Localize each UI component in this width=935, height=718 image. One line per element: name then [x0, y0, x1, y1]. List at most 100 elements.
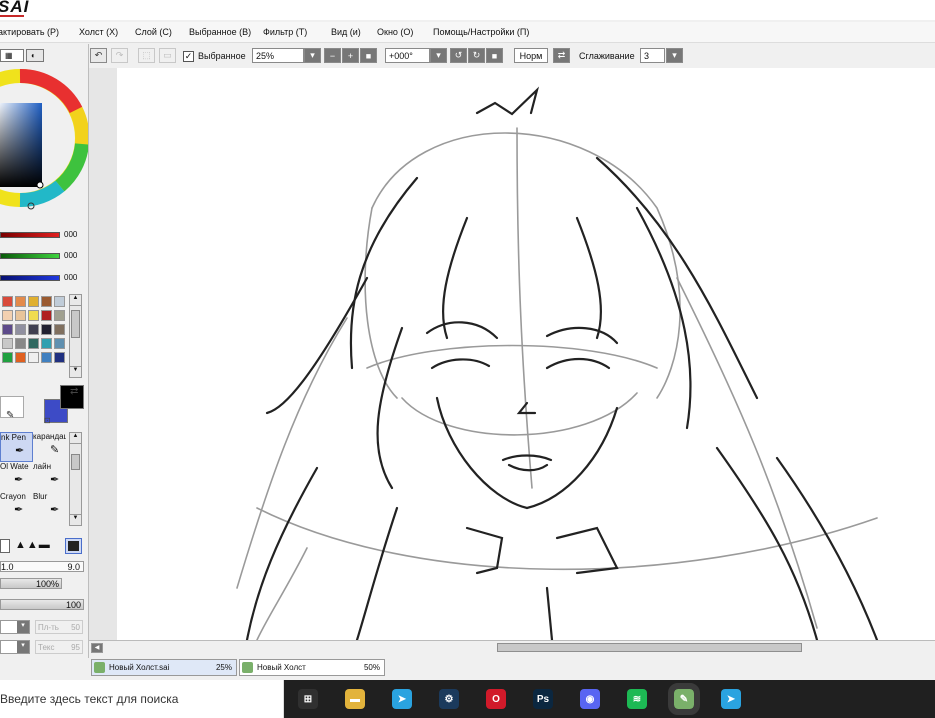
menu-help[interactable]: Помощь/Настройки (П) [433, 27, 529, 37]
color-swatch[interactable] [28, 296, 39, 307]
color-swatch[interactable] [41, 352, 52, 363]
swap-colors-icon[interactable]: ⇄ [70, 386, 78, 397]
blending-field[interactable]: Пл-ть 50 [35, 620, 83, 634]
brush-shapes[interactable]: ▲▲▬ [15, 539, 51, 551]
blending-dropdown[interactable]: ▾ [0, 620, 30, 634]
opera-icon[interactable]: O [486, 689, 506, 709]
menu-view[interactable]: Вид (и) [331, 27, 361, 37]
scratchpad-button[interactable]: ◐ [26, 49, 44, 62]
tools-scrollbar[interactable]: ▲ ▼ [69, 432, 82, 526]
menu-selection[interactable]: Выбранное (B) [189, 27, 251, 37]
invert-selection-button[interactable]: ▭ [159, 48, 176, 63]
task-view-icon[interactable]: ⊞ [298, 689, 318, 709]
reset-colors-icon[interactable]: ⊡ [44, 416, 51, 425]
color-swatch[interactable] [54, 310, 65, 321]
rotate-right-button[interactable]: ↻ [468, 48, 485, 63]
tab-document-2[interactable]: Новый Холст 50% [239, 659, 385, 676]
tool-blur[interactable]: Blur ✒ [33, 492, 66, 522]
steam-icon[interactable]: ⚙ [439, 689, 459, 709]
palette-scroll-thumb[interactable] [71, 310, 80, 338]
red-slider-bar[interactable] [0, 232, 60, 238]
canvas-area[interactable] [89, 68, 935, 640]
zoom-out-button[interactable]: − [324, 48, 341, 63]
zoom-dropdown-button[interactable]: ▾ [304, 48, 321, 63]
zoom-field[interactable]: 25% [252, 48, 304, 63]
color-swatch[interactable] [2, 296, 13, 307]
scroll-down-icon[interactable]: ▼ [70, 514, 81, 525]
scroll-down-icon[interactable]: ▼ [70, 366, 81, 377]
color-swatch[interactable] [28, 310, 39, 321]
zoom-in-button[interactable]: + [342, 48, 359, 63]
redo-button[interactable]: ↷ [111, 48, 128, 63]
selection-checkbox[interactable]: ✓ [183, 51, 194, 62]
menu-edit[interactable]: актировать (P) [0, 27, 59, 37]
explorer-icon[interactable]: ▬ [345, 689, 365, 709]
tool-oil-water[interactable]: Ol Wate ✒ [0, 462, 33, 492]
color-swatch[interactable] [28, 352, 39, 363]
brush-shape-square[interactable] [0, 539, 10, 553]
rotation-field[interactable]: +000° [385, 48, 430, 63]
horizontal-scrollbar[interactable]: ◀ [89, 640, 935, 655]
deselect-button[interactable]: ⬚ [138, 48, 155, 63]
texture-field[interactable]: Текс 95 [35, 640, 83, 654]
telegram-desktop-icon[interactable]: ➤ [721, 689, 741, 709]
scroll-up-icon[interactable]: ▲ [70, 433, 81, 444]
smoothing-field[interactable]: 3 [640, 48, 665, 63]
color-swatch[interactable] [41, 296, 52, 307]
menu-window[interactable]: Окно (O) [377, 27, 413, 37]
horizontal-scroll-thumb[interactable] [497, 643, 802, 652]
tool-line[interactable]: лайн ✒ [33, 462, 66, 492]
color-swatch[interactable] [15, 310, 26, 321]
density-field[interactable]: 100 [0, 599, 84, 610]
color-swatch[interactable] [15, 352, 26, 363]
color-swatch[interactable] [15, 338, 26, 349]
palette-scrollbar[interactable]: ▲ ▼ [69, 294, 82, 378]
blue-slider-bar[interactable] [0, 275, 60, 281]
color-swatch[interactable] [28, 338, 39, 349]
menu-layer[interactable]: Слой (C) [135, 27, 172, 37]
scroll-left-button[interactable]: ◀ [91, 643, 103, 653]
color-swatch[interactable] [28, 324, 39, 335]
brush-shape-selected[interactable] [65, 538, 82, 554]
palette-view-button[interactable]: ▦ [0, 49, 24, 62]
texture-dropdown[interactable]: ▾ [0, 640, 30, 654]
blend-mode-button[interactable]: Норм [514, 48, 548, 63]
menu-filter[interactable]: Фильтр (T) [263, 27, 307, 37]
spotify-icon[interactable]: ≋ [627, 689, 647, 709]
taskbar-search[interactable]: Введите здесь текст для поиска [0, 680, 284, 718]
color-swatch[interactable] [54, 324, 65, 335]
undo-button[interactable]: ↶ [90, 48, 107, 63]
brush-size-field[interactable]: 1.0 9.0 [0, 561, 84, 572]
tab-document-1[interactable]: Новый Холст.sai 25% [91, 659, 237, 676]
discord-icon[interactable]: ◉ [580, 689, 600, 709]
tool-ink-pen[interactable]: nk Pen ✒ [0, 432, 33, 462]
tools-scroll-thumb[interactable] [71, 454, 80, 470]
zoom-reset-button[interactable]: ■ [360, 48, 377, 63]
tool-crayon[interactable]: Crayon ✒ [0, 492, 33, 522]
min-density-field[interactable]: 100% [0, 578, 62, 589]
color-swatch[interactable] [2, 338, 13, 349]
color-wheel[interactable] [0, 64, 88, 250]
color-swatch[interactable] [41, 324, 52, 335]
smoothing-dropdown-button[interactable]: ▾ [666, 48, 683, 63]
eyedropper-icon[interactable]: ✎ [6, 410, 14, 421]
color-swatch[interactable] [41, 310, 52, 321]
drawing-canvas[interactable] [117, 68, 935, 640]
menu-canvas[interactable]: Холст (X) [79, 27, 118, 37]
color-swatch[interactable] [2, 310, 13, 321]
color-swatch[interactable] [54, 352, 65, 363]
flip-button[interactable]: ⇄ [553, 48, 570, 63]
photoshop-icon[interactable]: Ps [533, 689, 553, 709]
tool-pencil[interactable]: карандаш ✎ [33, 432, 66, 462]
rotation-reset-button[interactable]: ■ [486, 48, 503, 63]
rotate-left-button[interactable]: ↺ [450, 48, 467, 63]
rotation-dropdown-button[interactable]: ▾ [430, 48, 447, 63]
scroll-up-icon[interactable]: ▲ [70, 295, 81, 306]
color-swatch[interactable] [41, 338, 52, 349]
color-swatch[interactable] [2, 324, 13, 335]
color-swatch[interactable] [54, 296, 65, 307]
green-slider-bar[interactable] [0, 253, 60, 259]
color-swatch[interactable] [15, 324, 26, 335]
color-swatch[interactable] [15, 296, 26, 307]
telegram-icon[interactable]: ➤ [392, 689, 412, 709]
